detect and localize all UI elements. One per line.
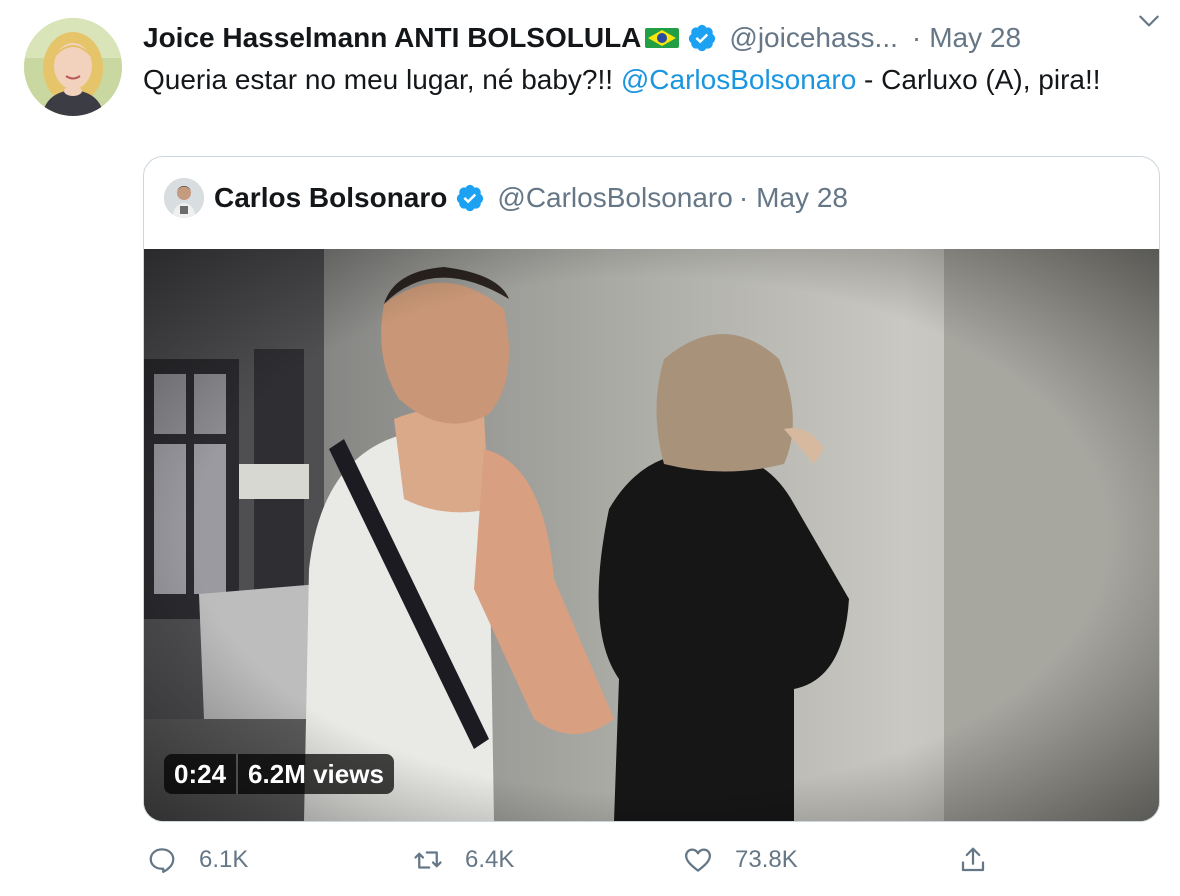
- author-display-name[interactable]: Joice Hasselmann ANTI BOLSOLULA: [143, 22, 641, 54]
- video-player[interactable]: 0:24 6.2M views: [144, 249, 1159, 821]
- tweet[interactable]: Joice Hasselmann ANTI BOLSOLULA @joiceha…: [0, 0, 1180, 896]
- quoted-date[interactable]: May 28: [756, 182, 848, 214]
- quoted-author-avatar[interactable]: [164, 178, 204, 218]
- mention-link[interactable]: @CarlosBolsonaro: [621, 64, 856, 95]
- share-button[interactable]: [958, 840, 988, 880]
- video-duration: 0:24: [174, 758, 227, 789]
- tweet-text-after: - Carluxo (A), pira!!: [856, 64, 1101, 95]
- author-avatar[interactable]: [24, 18, 122, 116]
- chevron-down-icon[interactable]: [1136, 8, 1162, 34]
- heart-icon: [685, 848, 711, 872]
- video-thumbnail: [144, 249, 1159, 821]
- reply-count: 6.1K: [199, 846, 249, 873]
- reply-icon: [149, 848, 175, 873]
- retweet-button[interactable]: 6.4K: [413, 840, 514, 880]
- brazil-flag-icon: [645, 28, 680, 48]
- verified-badge-icon: [457, 184, 484, 212]
- quoted-display-name[interactable]: Carlos Bolsonaro: [214, 182, 447, 214]
- quoted-tweet[interactable]: Carlos Bolsonaro @CarlosBolsonaro · May …: [143, 156, 1160, 822]
- reply-button[interactable]: 6.1K: [147, 840, 248, 880]
- tweet-date[interactable]: May 28: [929, 22, 1021, 54]
- verified-badge-icon: [689, 24, 716, 52]
- retweet-icon: [414, 851, 442, 869]
- tweet-text-before: Queria estar no meu lugar, né baby?!!: [143, 64, 621, 95]
- action-bar: 6.1K 6.4K 73.8K: [143, 840, 1143, 880]
- quoted-handle[interactable]: @CarlosBolsonaro: [497, 182, 732, 214]
- tweet-text: Queria estar no meu lugar, né baby?!! @C…: [143, 60, 1153, 100]
- quoted-tweet-header: Carlos Bolsonaro @CarlosBolsonaro · May …: [164, 177, 848, 219]
- separator-dot: ·: [911, 22, 922, 53]
- avatar-image: [24, 18, 122, 116]
- tweet-header: Joice Hasselmann ANTI BOLSOLULA @joiceha…: [143, 18, 1160, 58]
- like-count: 73.8K: [735, 846, 798, 873]
- quoted-avatar-image: [164, 178, 204, 218]
- author-handle[interactable]: @joicehass...: [729, 22, 898, 54]
- video-info-badge: 0:24 6.2M views: [164, 754, 394, 794]
- share-icon: [961, 847, 985, 872]
- separator-dot: ·: [738, 182, 749, 213]
- like-button[interactable]: 73.8K: [683, 840, 798, 880]
- video-views: 6.2M views: [248, 758, 384, 789]
- retweet-count: 6.4K: [465, 846, 515, 873]
